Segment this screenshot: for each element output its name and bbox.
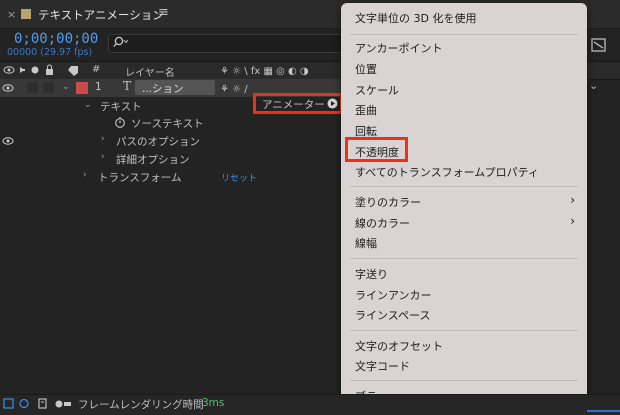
column-number-header: # <box>92 64 101 75</box>
switch-column-icons <box>3 64 78 76</box>
menu-item-scale[interactable]: スケール <box>355 82 399 98</box>
layer-search-input[interactable] <box>108 34 350 53</box>
menu-separator <box>350 258 578 259</box>
mode-dropdown-chevron-icon[interactable]: ⌄ <box>589 79 598 92</box>
stopwatch-icon[interactable] <box>114 116 126 128</box>
composition-tab-title[interactable]: テキストアニメーション <box>38 7 164 23</box>
layer-switches-icons: ⚘ ☼ \ fx ▦ ◎ ◐ ◑ <box>220 66 309 76</box>
menu-separator <box>350 330 578 331</box>
submenu-chevron-icon: › <box>570 214 575 228</box>
layer-name[interactable]: ...ション <box>142 81 184 96</box>
path-options-expand-arrow[interactable]: › <box>101 134 105 144</box>
panel-menu-icon[interactable]: ≡ <box>158 5 169 20</box>
path-options-group[interactable]: パスのオプション <box>116 134 200 149</box>
visibility-eye-icon[interactable] <box>2 135 16 147</box>
menu-item-anchor-point[interactable]: アンカーポイント <box>355 40 443 56</box>
frame-rate-readout: 00000 (29.97 fps) <box>7 47 93 58</box>
menu-item-character-value[interactable]: 文字コード <box>355 358 410 374</box>
menu-item-tracking[interactable]: 字送り <box>355 266 388 282</box>
menu-item-character-offset[interactable]: 文字のオフセット <box>355 338 443 354</box>
menu-item-stroke-width[interactable]: 線幅 <box>355 235 377 251</box>
audio-switch[interactable] <box>27 82 38 93</box>
layer-index: 1 <box>95 81 102 93</box>
frame-render-time-value: 3ms <box>202 397 225 409</box>
solo-switch[interactable] <box>43 82 54 93</box>
menu-item-line-spacing[interactable]: ラインスペース <box>355 307 430 323</box>
opacity-highlight-box <box>345 137 408 162</box>
text-group-expand-arrow[interactable]: ⌄ <box>84 100 92 110</box>
menu-separator <box>350 34 578 35</box>
search-icon <box>113 36 129 47</box>
transform-group[interactable]: トランスフォーム <box>98 170 181 185</box>
graph-editor-icon[interactable] <box>591 37 607 53</box>
footer-toggle-icons[interactable] <box>3 397 75 410</box>
menu-item-enable-3d[interactable]: 文字単位の 3D 化を使用 <box>355 10 476 26</box>
menu-item-fill-color[interactable]: 塗りのカラー <box>355 194 421 210</box>
menu-item-stroke-color[interactable]: 線のカラー <box>355 215 410 231</box>
animator-highlight-box <box>253 93 343 114</box>
menu-item-all-transform[interactable]: すべてのトランスフォームプロパティ <box>355 164 539 180</box>
menu-item-skew[interactable]: 歪曲 <box>355 102 377 118</box>
svg-text:⚘ ☼ \ fx ▦ ◎ ◐ ◑: ⚘ ☼ \ fx ▦ ◎ ◐ ◑ <box>220 66 309 76</box>
menu-separator <box>350 380 578 381</box>
submenu-chevron-icon: › <box>570 193 575 207</box>
current-timecode[interactable]: 0;00;00;00 <box>14 31 98 47</box>
more-options-expand-arrow[interactable]: › <box>101 152 105 162</box>
svg-text:⚘ ☼ /: ⚘ ☼ / <box>220 84 248 94</box>
more-options-group[interactable]: 詳細オプション <box>116 152 190 167</box>
visibility-eye-icon[interactable] <box>2 82 16 94</box>
composition-color-swatch <box>21 9 31 19</box>
panel-focus-edge <box>587 410 620 412</box>
menu-item-line-anchor[interactable]: ラインアンカー <box>355 287 432 303</box>
layer-expand-arrow[interactable]: ⌄ <box>62 82 70 92</box>
layer-label-color[interactable] <box>76 82 88 94</box>
text-layer-type-icon: T <box>123 79 132 93</box>
close-tab-button[interactable]: × <box>7 8 16 21</box>
text-property-group[interactable]: テキスト <box>100 99 142 114</box>
transform-reset-link[interactable]: リセット <box>221 171 257 184</box>
frame-render-time-label: フレームレンダリング時間 <box>78 399 204 411</box>
menu-separator <box>350 186 578 187</box>
animator-context-menu: 文字単位の 3D 化を使用 アンカーポイント 位置 スケール 歪曲 回転 不透明… <box>341 3 587 410</box>
source-text-property[interactable]: ソーステキスト <box>131 116 204 131</box>
menu-item-position[interactable]: 位置 <box>355 61 377 77</box>
transform-expand-arrow[interactable]: › <box>83 170 87 180</box>
column-layer-name-header[interactable]: レイヤー名 <box>125 64 175 79</box>
